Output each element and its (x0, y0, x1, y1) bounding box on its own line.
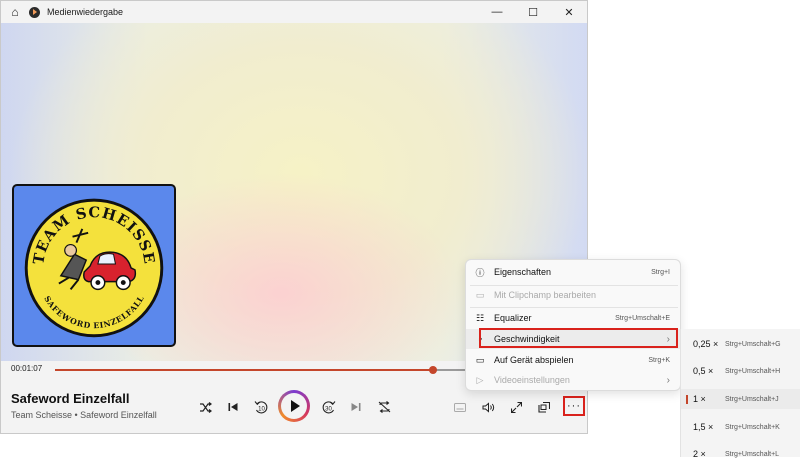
speed-option[interactable]: 2 × Strg+Umschalt+L (681, 444, 800, 464)
subtitles-icon (454, 402, 466, 412)
menu-item-shortcut: Strg+Umschalt+E (615, 314, 670, 322)
subtitles-button[interactable] (451, 396, 469, 418)
speed-submenu: 0,25 × Strg+Umschalt+G 0,5 × Strg+Umscha… (680, 329, 800, 459)
fullscreen-icon (510, 401, 522, 413)
menu-item-label: Equalizer (494, 313, 532, 323)
more-options-button[interactable]: ··· (563, 396, 585, 416)
skip-back-seconds: 10 (258, 407, 265, 413)
media-player-app-icon (29, 6, 40, 18)
speed-option[interactable]: 1,5 × Strg+Umschalt+K (681, 417, 800, 437)
speed-shortcut: Strg+Umschalt+K (725, 423, 780, 431)
home-icon[interactable]: ⌂ (1, 5, 29, 19)
song-title: Safeword Einzelfall (11, 391, 130, 406)
play-button[interactable] (278, 390, 310, 422)
menu-item-label: Videoeinstellungen (494, 375, 570, 385)
minimize-button[interactable]: — (479, 6, 515, 18)
play-button-inner (281, 393, 307, 419)
play-icon (290, 400, 300, 412)
menu-item-shortcut: Strg+K (648, 356, 670, 364)
skip-forward-button[interactable]: 30 (319, 396, 339, 418)
menu-item-properties[interactable]: ⓘ Eigenschaften Strg+I (466, 262, 680, 282)
info-icon: ⓘ (475, 267, 485, 278)
next-icon (351, 403, 361, 411)
menu-item-equalizer[interactable]: ☷ Equalizer Strg+Umschalt+E (466, 308, 680, 328)
seek-bar-progress (55, 369, 433, 371)
seek-bar-thumb[interactable] (428, 366, 437, 374)
title-bar: ⌂ Medienwiedergabe — ☐ ✕ (1, 1, 587, 23)
menu-item-video-settings: ▷ Videoeinstellungen › (466, 370, 680, 390)
shuffle-icon (199, 401, 212, 413)
skip-forward-seconds: 30 (325, 407, 332, 413)
speed-rate: 1,5 × (693, 422, 714, 432)
speed-shortcut: Strg+Umschalt+J (725, 395, 779, 403)
maximize-button[interactable]: ☐ (515, 6, 551, 19)
speed-highlight-box (479, 328, 678, 348)
video-camera-icon: ▷ (476, 374, 484, 385)
speed-shortcut: Strg+Umschalt+G (725, 340, 781, 348)
speed-rate: 2 × (693, 449, 706, 459)
shuffle-button[interactable] (196, 396, 214, 418)
menu-item-label: Mit Clipchamp bearbeiten (494, 290, 597, 300)
previous-icon (228, 403, 238, 411)
album-art: TEAM SCHEISSE SAFEWORD EINZELFALL (12, 184, 176, 347)
cast-icon: ▭ (475, 354, 485, 365)
menu-item-edit-clipchamp: ▭ Mit Clipchamp bearbeiten (466, 285, 680, 305)
mini-player-icon (538, 401, 550, 413)
skip-back-button[interactable]: 10 (251, 396, 271, 418)
repeat-button[interactable] (375, 396, 393, 418)
close-button[interactable]: ✕ (551, 6, 587, 19)
speed-shortcut: Strg+Umschalt+H (725, 367, 781, 375)
previous-button[interactable] (224, 396, 242, 418)
speed-rate: 0,25 × (693, 339, 719, 349)
clipchamp-icon: ▭ (475, 289, 485, 300)
more-options-menu: ⓘ Eigenschaften Strg+I ▭ Mit Clipchamp b… (465, 259, 681, 391)
volume-icon (482, 401, 494, 413)
current-time: 00:01:07 (11, 364, 43, 373)
selected-indicator (686, 395, 688, 404)
speed-option[interactable]: 0,25 × Strg+Umschalt+G (681, 334, 800, 354)
chevron-right-icon: › (666, 374, 670, 386)
skip-back-icon: 10 (254, 401, 268, 414)
menu-item-play-on-device[interactable]: ▭ Auf Gerät abspielen Strg+K (466, 350, 680, 370)
volume-button[interactable] (479, 396, 497, 418)
skip-forward-icon: 30 (322, 401, 336, 414)
speed-option[interactable]: 0,5 × Strg+Umschalt+H (681, 361, 800, 381)
speed-rate: 0,5 × (693, 366, 714, 376)
menu-item-label: Eigenschaften (494, 267, 552, 277)
song-artist-album[interactable]: Team Scheisse • Safeword Einzelfall (11, 410, 157, 420)
window-title: Medienwiedergabe (47, 7, 124, 17)
next-button[interactable] (347, 396, 365, 418)
equalizer-icon: ☷ (475, 312, 485, 323)
mini-player-button[interactable] (535, 396, 553, 418)
fullscreen-button[interactable] (507, 396, 525, 418)
menu-item-shortcut: Strg+I (651, 268, 670, 276)
album-art-image: TEAM SCHEISSE SAFEWORD EINZELFALL (24, 198, 164, 338)
speed-shortcut: Strg+Umschalt+L (725, 450, 780, 458)
speed-option-selected[interactable]: 1 × Strg+Umschalt+J (681, 389, 800, 409)
menu-item-label: Auf Gerät abspielen (494, 355, 574, 365)
repeat-off-icon (378, 401, 390, 413)
